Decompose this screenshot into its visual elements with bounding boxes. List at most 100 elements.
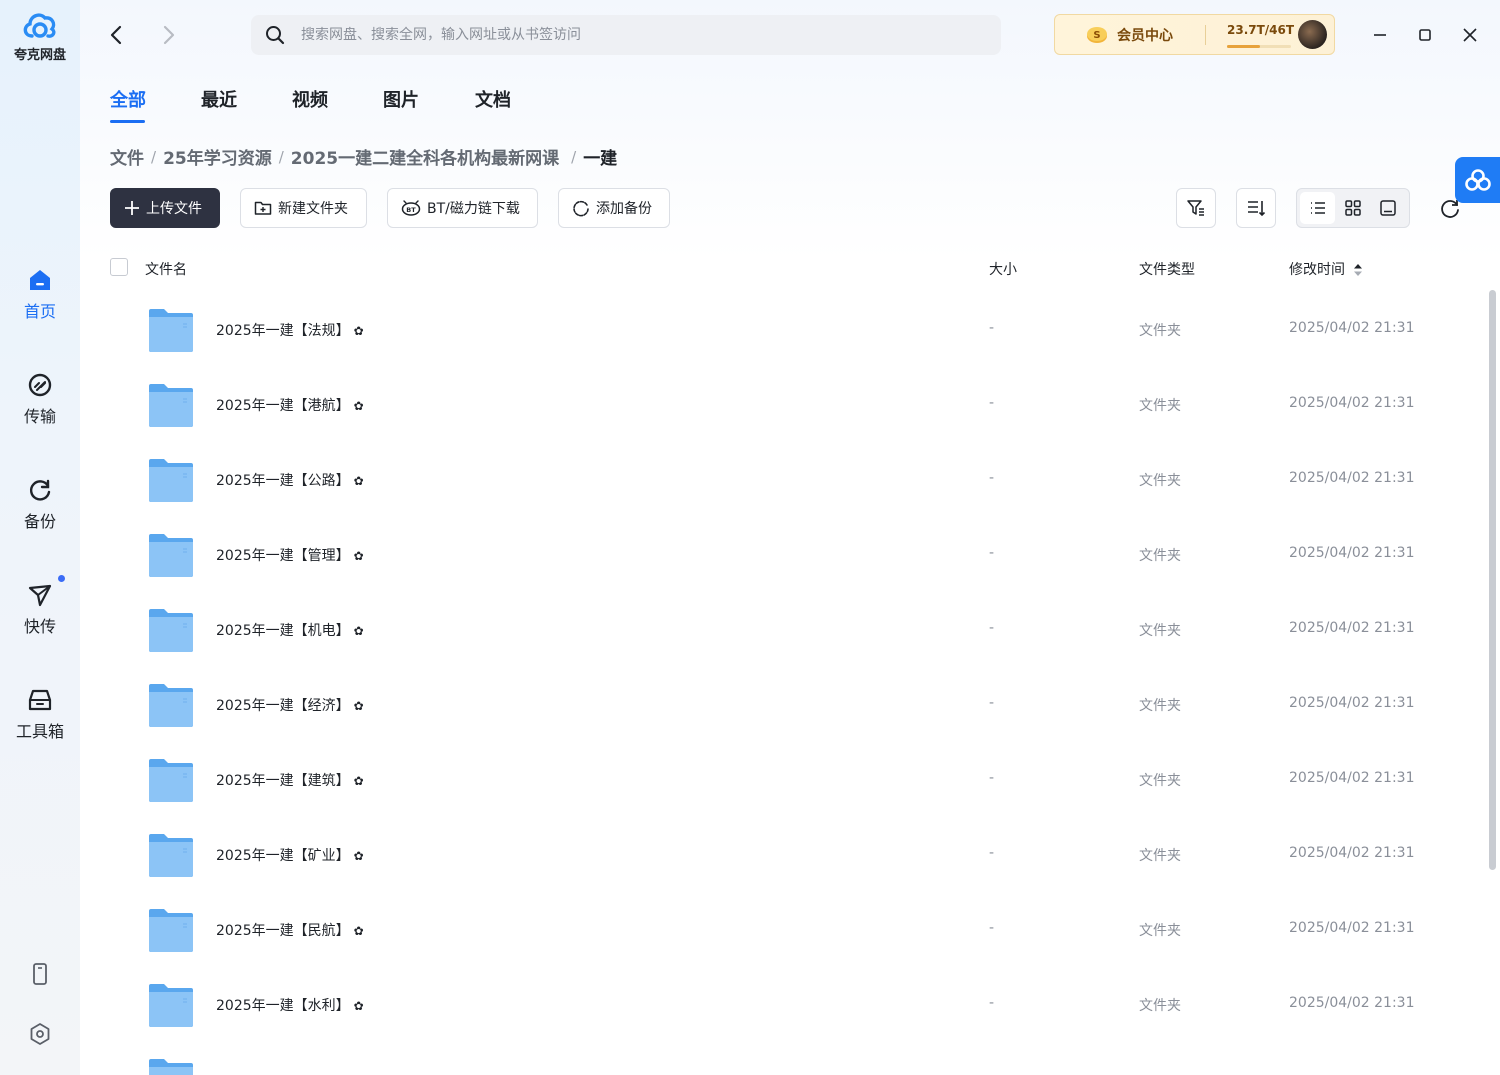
settings-icon[interactable] [28, 1022, 52, 1046]
folder-icon [149, 909, 193, 952]
tab-video[interactable]: 视频 [292, 86, 328, 112]
folder-icon [149, 309, 193, 352]
filter-icon [1187, 200, 1204, 216]
upload-file-button[interactable]: 上传文件 [110, 188, 220, 228]
minimize-button[interactable] [1367, 22, 1393, 48]
tab-documents[interactable]: 文档 [475, 86, 511, 112]
phone-icon[interactable] [28, 962, 52, 986]
breadcrumb-item[interactable]: 文件 [110, 144, 144, 169]
vip-center-button[interactable]: S 会员中心 [1085, 23, 1173, 47]
file-name[interactable]: 2025年一建【水利】 ✿ [216, 995, 364, 1015]
file-name[interactable]: 2025年一建【建筑】 ✿ [216, 770, 364, 790]
column-header-mtime[interactable]: 修改时间 [1289, 259, 1363, 279]
column-header-size[interactable]: 大小 [989, 259, 1017, 279]
file-mtime: 2025/04/02 21:31 [1289, 845, 1415, 861]
table-row[interactable]: 2025年一建【民航】 ✿ - 文件夹 2025/04/02 21:31 [110, 893, 1450, 968]
star-badge: ✿ [353, 999, 364, 1013]
cloud-logo-icon [23, 13, 56, 38]
table-row[interactable]: 2025年一建【水利】 ✿ - 文件夹 2025/04/02 21:31 [110, 968, 1450, 1043]
sidebar-item-label: 备份 [23, 512, 56, 531]
file-mtime: 2025/04/02 21:31 [1289, 695, 1415, 711]
plus-icon [125, 201, 139, 215]
table-row[interactable]: 2025年一建【公路】 ✿ - 文件夹 2025/04/02 21:31 [110, 443, 1450, 518]
scrollbar[interactable] [1489, 290, 1496, 870]
grid-view-icon [1345, 200, 1361, 216]
file-name[interactable]: 2025年一建【港航】 ✿ [216, 395, 364, 415]
add-backup-button[interactable]: 添加备份 [558, 188, 670, 228]
file-size: - [989, 995, 995, 1011]
notification-dot [58, 575, 65, 582]
sort-button[interactable] [1236, 188, 1276, 228]
storage-usage[interactable]: 23.7T/46T [1227, 23, 1294, 37]
table-row-partial[interactable] [110, 1043, 1450, 1075]
file-size: - [989, 545, 995, 561]
file-mtime: 2025/04/02 21:31 [1289, 470, 1415, 486]
bt-download-button[interactable]: BT BT/磁力链下载 [387, 188, 538, 228]
file-name[interactable]: 2025年一建【法规】 ✿ [216, 320, 364, 340]
star-badge: ✿ [353, 474, 364, 488]
file-name-text: 2025年一建【公路】 [216, 473, 350, 489]
file-mtime: 2025/04/02 21:31 [1289, 395, 1415, 411]
file-name[interactable]: 2025年一建【矿业】 ✿ [216, 845, 364, 865]
sidebar-item-toolbox[interactable]: 工具箱 [0, 686, 80, 742]
select-all-checkbox[interactable] [110, 258, 128, 276]
sidebar-item-backup[interactable]: 备份 [0, 476, 80, 532]
folder-icon [149, 459, 193, 502]
breadcrumb-item[interactable]: 25年学习资源 [163, 144, 272, 169]
new-folder-button[interactable]: 新建文件夹 [240, 188, 367, 228]
file-mtime: 2025/04/02 21:31 [1289, 620, 1415, 636]
app-logo[interactable]: 夸克网盘 [0, 8, 80, 63]
sort-caret-icon [1354, 264, 1363, 276]
table-row[interactable]: 2025年一建【管理】 ✿ - 文件夹 2025/04/02 21:31 [110, 518, 1450, 593]
sidebar-item-transfer[interactable]: 传输 [0, 371, 80, 427]
filter-button[interactable] [1176, 188, 1216, 228]
column-header-type[interactable]: 文件类型 [1139, 259, 1195, 279]
file-name[interactable]: 2025年一建【公路】 ✿ [216, 470, 364, 490]
file-name[interactable]: 2025年一建【机电】 ✿ [216, 620, 364, 640]
file-type: 文件夹 [1139, 998, 1181, 1014]
table-row[interactable]: 2025年一建【机电】 ✿ - 文件夹 2025/04/02 21:31 [110, 593, 1450, 668]
tab-images[interactable]: 图片 [383, 86, 419, 112]
forward-button[interactable] [155, 22, 181, 48]
star-badge: ✿ [353, 624, 364, 638]
column-header-name[interactable]: 文件名 [145, 259, 187, 279]
preview-view-button[interactable] [1371, 192, 1406, 224]
floating-assistant-button[interactable] [1455, 157, 1500, 203]
back-button[interactable] [104, 22, 130, 48]
table-row[interactable]: 2025年一建【港航】 ✿ - 文件夹 2025/04/02 21:31 [110, 368, 1450, 443]
maximize-button[interactable] [1412, 22, 1438, 48]
storage-progress-fill [1227, 45, 1260, 48]
new-folder-icon [254, 201, 272, 215]
file-name[interactable]: 2025年一建【民航】 ✿ [216, 920, 364, 940]
file-name[interactable]: 2025年一建【管理】 ✿ [216, 545, 364, 565]
table-row[interactable]: 2025年一建【建筑】 ✿ - 文件夹 2025/04/02 21:31 [110, 743, 1450, 818]
sidebar-item-label: 快传 [23, 617, 56, 636]
star-badge: ✿ [353, 399, 364, 413]
tab-all[interactable]: 全部 [110, 86, 146, 112]
folder-icon [149, 534, 193, 577]
table-row[interactable]: 2025年一建【经济】 ✿ - 文件夹 2025/04/02 21:31 [110, 668, 1450, 743]
search-icon [266, 26, 285, 45]
search-bar[interactable] [251, 15, 1001, 55]
breadcrumb-item[interactable]: 2025一建二建全科各机构最新网课 [291, 144, 559, 169]
tab-recent[interactable]: 最近 [201, 86, 237, 112]
grid-view-button[interactable] [1335, 192, 1370, 224]
sidebar-item-home[interactable]: 首页 [0, 266, 80, 322]
file-name-text: 2025年一建【机电】 [216, 623, 350, 639]
table-row[interactable]: 2025年一建【法规】 ✿ - 文件夹 2025/04/02 21:31 [110, 293, 1450, 368]
file-mtime: 2025/04/02 21:31 [1289, 545, 1415, 561]
avatar[interactable] [1298, 20, 1327, 49]
breadcrumb-current: 一建 [583, 149, 618, 169]
file-type: 文件夹 [1139, 323, 1181, 339]
close-button[interactable] [1457, 22, 1483, 48]
search-input[interactable] [301, 15, 981, 55]
file-type: 文件夹 [1139, 773, 1181, 789]
table-row[interactable]: 2025年一建【矿业】 ✿ - 文件夹 2025/04/02 21:31 [110, 818, 1450, 893]
cloud-circles-icon [1464, 169, 1491, 191]
file-type: 文件夹 [1139, 473, 1181, 489]
file-name[interactable]: 2025年一建【经济】 ✿ [216, 695, 364, 715]
sidebar-item-send[interactable]: 快传 [0, 581, 80, 637]
breadcrumb: 文件 / 25年学习资源 / 2025一建二建全科各机构最新网课 / 一建 [110, 144, 618, 170]
list-view-button[interactable] [1300, 192, 1336, 224]
file-name-text: 2025年一建【水利】 [216, 998, 350, 1014]
